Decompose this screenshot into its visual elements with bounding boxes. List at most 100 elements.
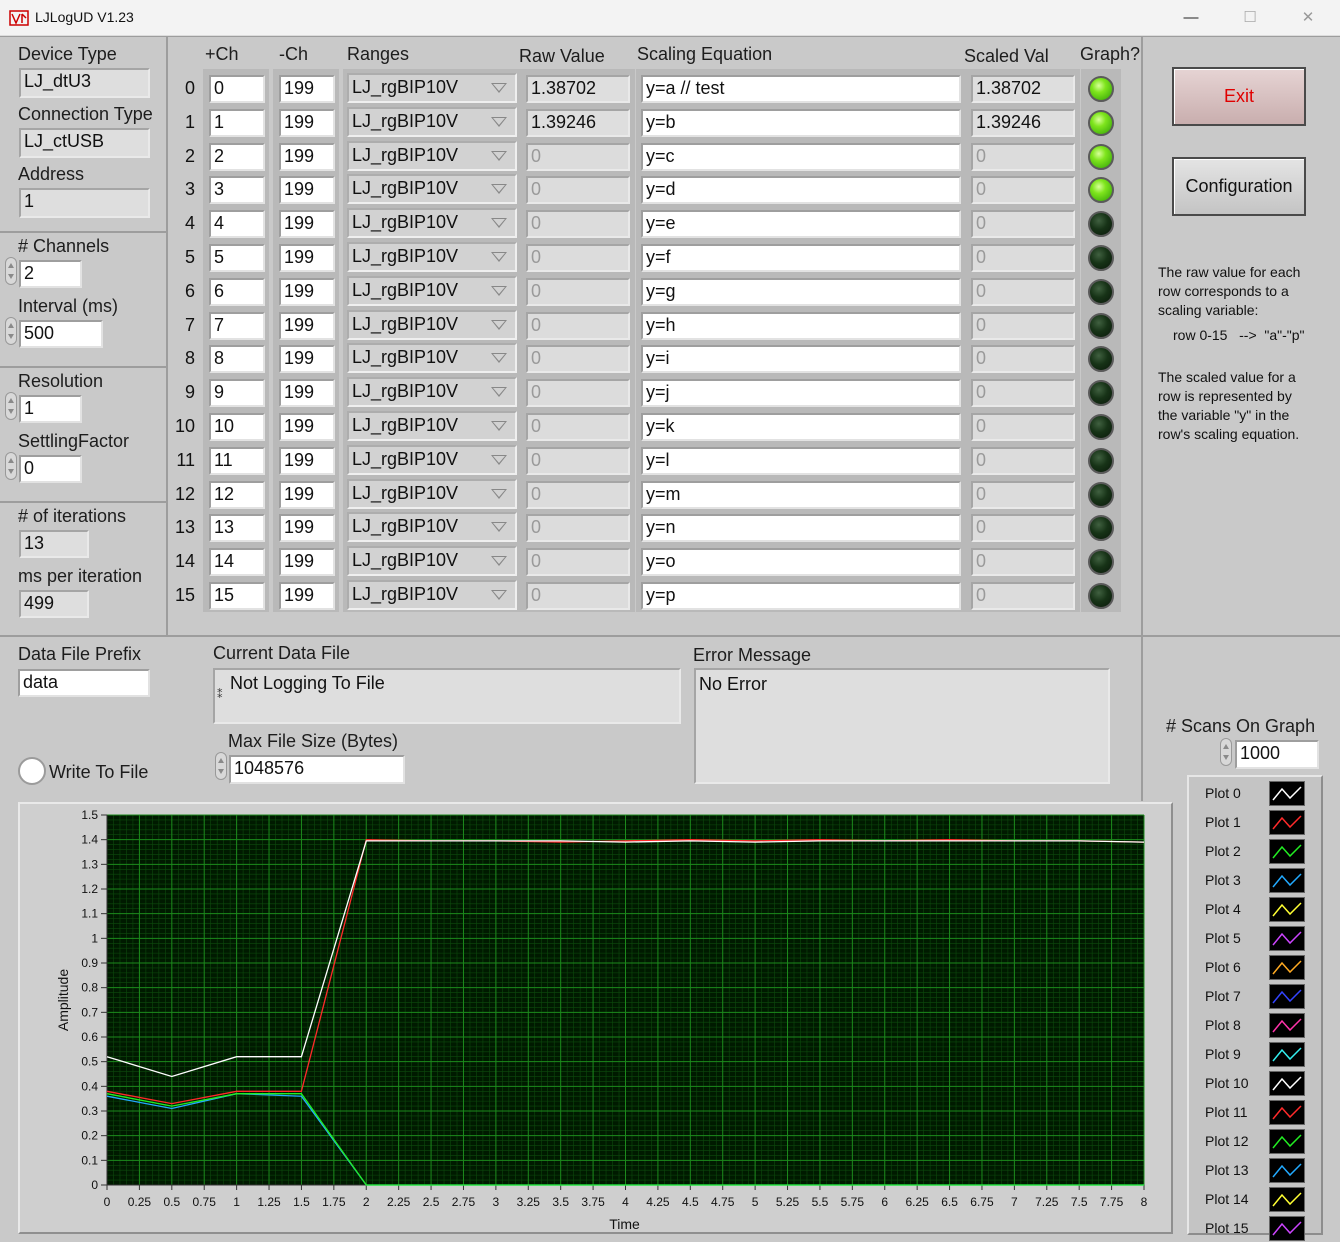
graph-led-toggle[interactable] (1088, 515, 1114, 541)
graph-led-toggle[interactable] (1088, 211, 1114, 237)
interval-spinner[interactable] (5, 317, 17, 345)
neg-ch-input[interactable]: 199 (279, 379, 335, 407)
legend-item[interactable]: Plot 11 (1189, 1098, 1323, 1127)
graph-led-toggle[interactable] (1088, 313, 1114, 339)
scaling-equation-input[interactable]: y=g (641, 278, 961, 306)
pos-ch-input[interactable]: 8 (209, 345, 265, 373)
pos-ch-input[interactable]: 11 (209, 447, 265, 475)
maximize-button[interactable]: ☐ (1219, 0, 1281, 36)
pos-ch-input[interactable]: 6 (209, 278, 265, 306)
neg-ch-input[interactable]: 199 (279, 514, 335, 542)
legend-item[interactable]: Plot 1 (1189, 808, 1323, 837)
pos-ch-input[interactable]: 5 (209, 244, 265, 272)
neg-ch-input[interactable]: 199 (279, 278, 335, 306)
scaling-equation-input[interactable]: y=o (641, 548, 961, 576)
neg-ch-input[interactable]: 199 (279, 447, 335, 475)
range-select[interactable]: LJ_rgBIP10V (347, 73, 517, 103)
neg-ch-input[interactable]: 199 (279, 244, 335, 272)
scaling-equation-input[interactable]: y=e (641, 210, 961, 238)
neg-ch-input[interactable]: 199 (279, 312, 335, 340)
scaling-equation-input[interactable]: y=b (641, 109, 961, 137)
legend-item[interactable]: Plot 4 (1189, 895, 1323, 924)
graph-led-toggle[interactable] (1088, 245, 1114, 271)
minimize-button[interactable]: — (1160, 0, 1222, 36)
channels-input[interactable]: 2 (19, 260, 82, 288)
range-select[interactable]: LJ_rgBIP10V (347, 174, 517, 204)
legend-item[interactable]: Plot 8 (1189, 1011, 1323, 1040)
scaling-equation-input[interactable]: y=n (641, 514, 961, 542)
legend-item[interactable]: Plot 0 (1189, 779, 1323, 808)
graph-led-toggle[interactable] (1088, 549, 1114, 575)
scaling-equation-input[interactable]: y=c (641, 143, 961, 171)
range-select[interactable]: LJ_rgBIP10V (347, 208, 517, 238)
neg-ch-input[interactable]: 199 (279, 345, 335, 373)
graph-led-toggle[interactable] (1088, 110, 1114, 136)
scaling-equation-input[interactable]: y=p (641, 582, 961, 610)
neg-ch-input[interactable]: 199 (279, 548, 335, 576)
range-select[interactable]: LJ_rgBIP10V (347, 242, 517, 272)
range-select[interactable]: LJ_rgBIP10V (347, 580, 517, 610)
scaling-equation-input[interactable]: y=j (641, 379, 961, 407)
waveform-graph[interactable]: 0 0.25 0.5 0.75 1 1.25 1.5 1.75 2 2.25 2.5 2.75 3 3.2… (18, 802, 1173, 1234)
pos-ch-input[interactable]: 10 (209, 413, 265, 441)
graph-led-toggle[interactable] (1088, 144, 1114, 170)
neg-ch-input[interactable]: 199 (279, 75, 335, 103)
graph-led-toggle[interactable] (1088, 76, 1114, 102)
range-select[interactable]: LJ_rgBIP10V (347, 512, 517, 542)
pos-ch-input[interactable]: 1 (209, 109, 265, 137)
close-button[interactable]: ✕ (1277, 0, 1339, 36)
pos-ch-input[interactable]: 0 (209, 75, 265, 103)
graph-led-toggle[interactable] (1088, 414, 1114, 440)
settling-factor-input[interactable]: 0 (19, 455, 82, 483)
neg-ch-input[interactable]: 199 (279, 582, 335, 610)
neg-ch-input[interactable]: 199 (279, 143, 335, 171)
max-file-size-input[interactable]: 1048576 (229, 755, 405, 784)
legend-item[interactable]: Plot 15 (1189, 1214, 1323, 1242)
range-select[interactable]: LJ_rgBIP10V (347, 377, 517, 407)
neg-ch-input[interactable]: 199 (279, 109, 335, 137)
scaling-equation-input[interactable]: y=i (641, 345, 961, 373)
legend-item[interactable]: Plot 14 (1189, 1185, 1323, 1214)
exit-button[interactable]: Exit (1172, 67, 1306, 126)
resolution-input[interactable]: 1 (19, 395, 82, 423)
legend-item[interactable]: Plot 12 (1189, 1127, 1323, 1156)
neg-ch-input[interactable]: 199 (279, 481, 335, 509)
neg-ch-input[interactable]: 199 (279, 413, 335, 441)
pos-ch-input[interactable]: 15 (209, 582, 265, 610)
range-select[interactable]: LJ_rgBIP10V (347, 343, 517, 373)
scans-on-graph-input[interactable]: 1000 (1235, 740, 1319, 769)
range-select[interactable]: LJ_rgBIP10V (347, 445, 517, 475)
neg-ch-input[interactable]: 199 (279, 210, 335, 238)
resolution-spinner[interactable] (5, 392, 17, 420)
range-select[interactable]: LJ_rgBIP10V (347, 276, 517, 306)
write-to-file-toggle[interactable] (18, 757, 46, 785)
range-select[interactable]: LJ_rgBIP10V (347, 107, 517, 137)
scaling-equation-input[interactable]: y=l (641, 447, 961, 475)
data-file-prefix-input[interactable]: data (18, 669, 150, 697)
max-file-size-spinner[interactable] (215, 752, 227, 780)
graph-led-toggle[interactable] (1088, 583, 1114, 609)
scans-on-graph-spinner[interactable] (1220, 738, 1232, 766)
graph-led-toggle[interactable] (1088, 448, 1114, 474)
pos-ch-input[interactable]: 4 (209, 210, 265, 238)
interval-input[interactable]: 500 (19, 320, 103, 348)
configuration-button[interactable]: Configuration (1172, 157, 1306, 216)
pos-ch-input[interactable]: 14 (209, 548, 265, 576)
graph-led-toggle[interactable] (1088, 482, 1114, 508)
legend-item[interactable]: Plot 3 (1189, 866, 1323, 895)
graph-led-toggle[interactable] (1088, 279, 1114, 305)
scaling-equation-input[interactable]: y=d (641, 176, 961, 204)
graph-led-toggle[interactable] (1088, 346, 1114, 372)
pos-ch-input[interactable]: 3 (209, 176, 265, 204)
pos-ch-input[interactable]: 7 (209, 312, 265, 340)
legend-item[interactable]: Plot 2 (1189, 837, 1323, 866)
scaling-equation-input[interactable]: y=m (641, 481, 961, 509)
range-select[interactable]: LJ_rgBIP10V (347, 411, 517, 441)
neg-ch-input[interactable]: 199 (279, 176, 335, 204)
pos-ch-input[interactable]: 13 (209, 514, 265, 542)
range-select[interactable]: LJ_rgBIP10V (347, 479, 517, 509)
pos-ch-input[interactable]: 12 (209, 481, 265, 509)
scaling-equation-input[interactable]: y=h (641, 312, 961, 340)
range-select[interactable]: LJ_rgBIP10V (347, 141, 517, 171)
scaling-equation-input[interactable]: y=a // test (641, 75, 961, 103)
